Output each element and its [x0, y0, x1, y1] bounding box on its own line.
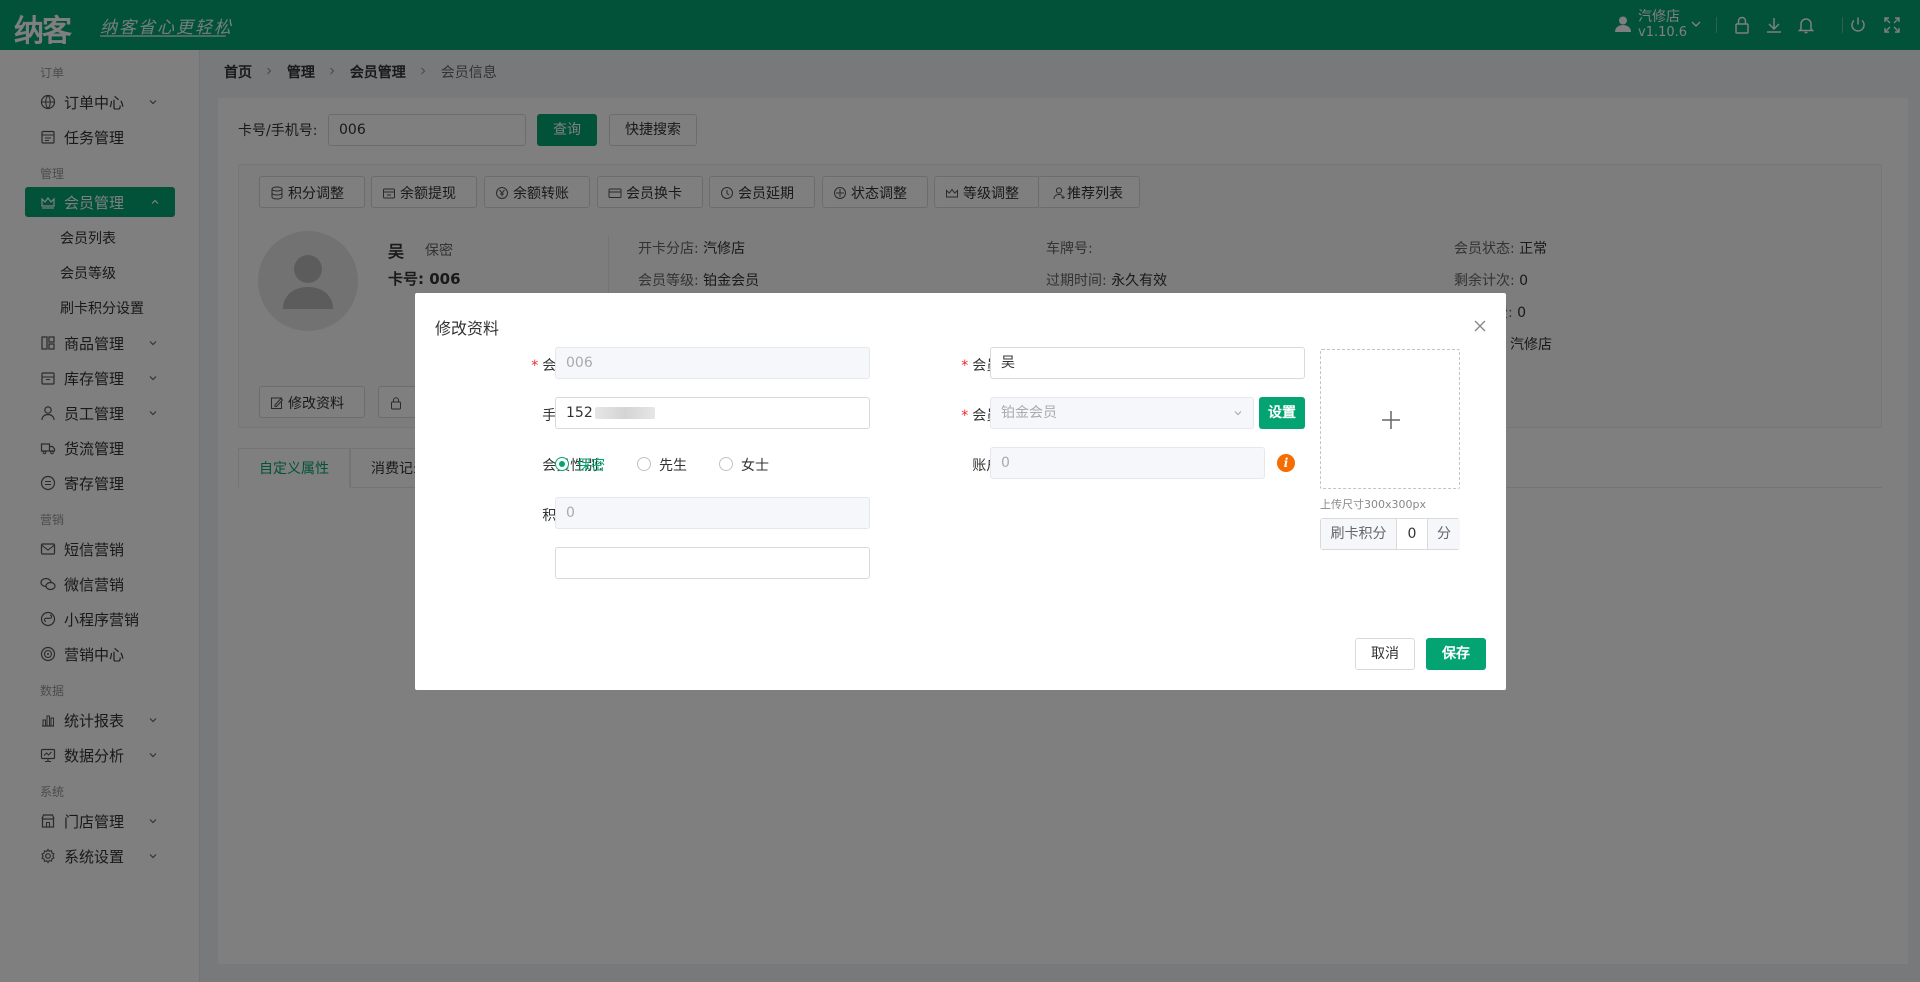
swipe-points-label: 刷卡积分	[1321, 519, 1397, 549]
plate-field[interactable]	[555, 547, 870, 579]
dialog-title: 修改资料	[435, 319, 500, 338]
card-no-field[interactable]: 006	[555, 347, 870, 379]
info-icon[interactable]: i	[1277, 454, 1295, 472]
phone-field[interactable]: 152	[555, 397, 870, 429]
edit-profile-dialog: 修改资料 *会员卡号: 006 *会员姓名: 吴 手机号码: 152 *会员等级…	[415, 293, 1506, 690]
save-button[interactable]: 保存	[1426, 638, 1486, 670]
swipe-points-unit: 分	[1427, 519, 1460, 549]
phone-value: 152	[566, 405, 593, 421]
member-level-select[interactable]: 铂金会员	[990, 397, 1254, 429]
upload-hint: 上传尺寸300x300px	[1320, 498, 1426, 511]
close-icon[interactable]	[1473, 319, 1487, 333]
member-level-value: 铂金会员	[1001, 405, 1057, 421]
radio-dot	[637, 457, 651, 471]
radio-dot	[719, 457, 733, 471]
balance-field[interactable]: 0	[990, 447, 1265, 479]
points-field[interactable]: 0	[555, 497, 870, 529]
cancel-button[interactable]: 取消	[1355, 638, 1415, 670]
swipe-points-input[interactable]: 0	[1397, 519, 1427, 549]
avatar-uploader[interactable]	[1320, 349, 1460, 489]
chevron-down-icon	[1234, 411, 1242, 416]
phone-mask	[594, 407, 655, 419]
swipe-points-group: 刷卡积分 0 分	[1320, 518, 1460, 550]
radio-dot	[555, 457, 569, 471]
plus-icon	[1382, 411, 1400, 429]
level-settings-button[interactable]: 设置	[1259, 397, 1305, 429]
member-name-field[interactable]: 吴	[990, 347, 1305, 379]
